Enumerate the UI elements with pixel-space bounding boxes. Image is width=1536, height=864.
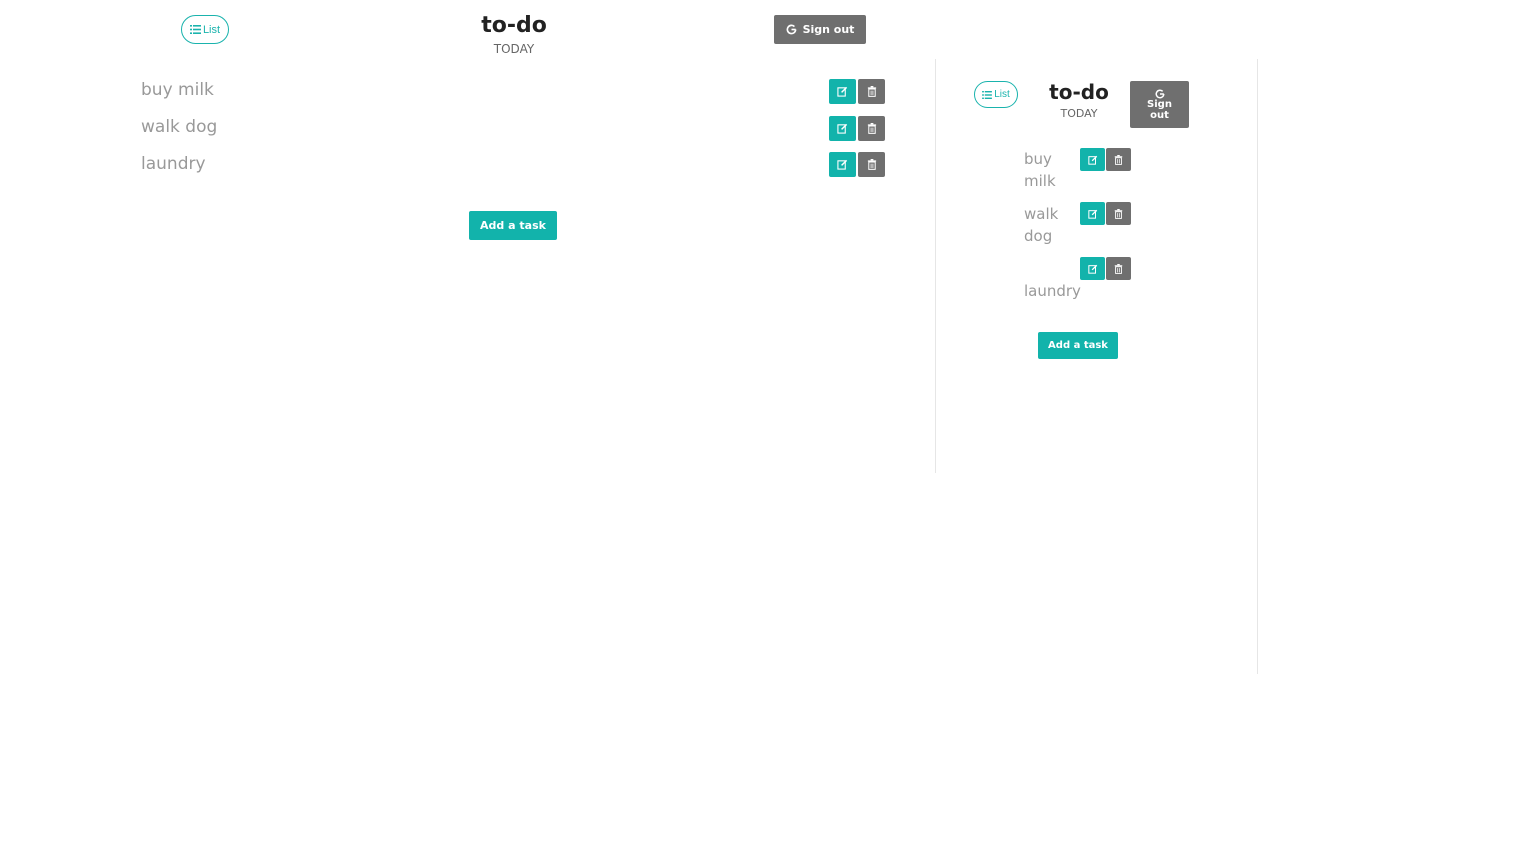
edit-task-button[interactable] [829,79,856,104]
task-label: walk dog [141,117,218,137]
task-label-line: buy [1024,150,1052,168]
edit-icon [837,159,848,170]
sign-out-button[interactable]: Sign out [1130,81,1189,128]
list-button-label: List [202,23,221,36]
delete-task-button[interactable] [1106,257,1131,280]
list-button[interactable]: List [181,15,229,44]
sign-out-button[interactable]: Sign out [774,15,866,44]
list-icon [982,90,993,99]
page-title: to-do [481,13,547,38]
task-label: laundry [141,154,206,174]
sign-out-label-line1: Sign [1147,98,1172,110]
task-label-line: walk [1024,205,1059,223]
trash-icon [1114,263,1123,274]
list-button-label: List [994,89,1010,100]
task-label-line: dog [1024,227,1053,245]
task-label: buy milk [1024,148,1076,192]
task-label: laundry [1024,282,1081,300]
trash-icon [867,123,876,134]
sign-out-label: Sign out [802,23,855,36]
add-task-button[interactable]: Add a task [1038,332,1118,359]
edit-task-button[interactable] [829,116,856,141]
delete-task-button[interactable] [858,116,885,141]
delete-task-button[interactable] [858,152,885,177]
add-task-button[interactable]: Add a task [469,211,557,240]
google-icon [1155,88,1164,98]
google-icon [786,24,797,35]
edit-task-button[interactable] [1080,257,1105,280]
trash-icon [1114,208,1123,219]
edit-icon [837,123,848,134]
page-title: to-do [1049,80,1109,104]
list-button[interactable]: List [974,81,1018,108]
edit-icon [1087,155,1097,165]
edit-icon [1087,209,1097,219]
trash-icon [867,86,876,97]
task-label: walk dog [1024,203,1076,247]
task-label-line: milk [1024,172,1056,190]
trash-icon [1114,154,1123,165]
delete-task-button[interactable] [858,79,885,104]
edit-task-button[interactable] [1080,148,1105,171]
trash-icon [867,159,876,170]
task-label: buy milk [141,80,214,100]
edit-icon [837,86,848,97]
sign-out-label-line2: out [1150,109,1169,121]
preview-divider [1257,59,1258,674]
preview-divider [935,59,936,473]
edit-task-button[interactable] [1080,202,1105,225]
list-icon [189,25,201,34]
edit-task-button[interactable] [829,152,856,177]
delete-task-button[interactable] [1106,148,1131,171]
edit-icon [1087,264,1097,274]
page-subtitle: TODAY [493,42,535,56]
page-subtitle: TODAY [1060,107,1098,120]
delete-task-button[interactable] [1106,202,1131,225]
